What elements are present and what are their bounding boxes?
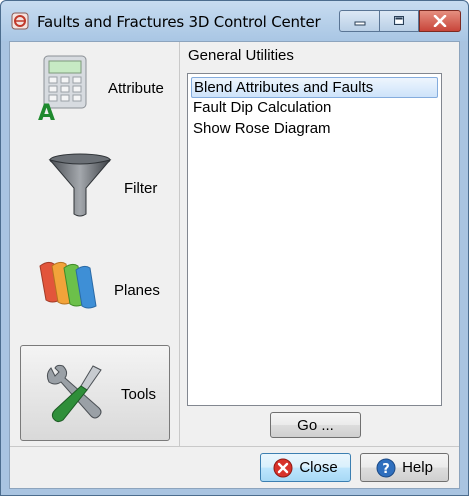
sidebar-item-filter[interactable]: Filter — [20, 142, 170, 238]
client-area: A Attribute Filter Planes Tools General … — [9, 41, 460, 489]
sidebar-item-tools[interactable]: Tools — [20, 345, 170, 441]
close-circle-icon — [273, 458, 293, 477]
funnel-icon — [48, 153, 112, 217]
maximize-button[interactable] — [379, 10, 419, 32]
close-window-button[interactable] — [419, 10, 461, 32]
app-window: Faults and Fractures 3D Control Center A… — [0, 0, 469, 496]
svg-text:A: A — [38, 101, 55, 122]
help-icon: ? — [376, 458, 396, 477]
sidebar-item-planes[interactable]: Planes — [20, 242, 170, 338]
sidebar-item-label: Planes — [114, 282, 160, 299]
app-icon — [11, 12, 29, 30]
help-button-label: Help — [402, 459, 433, 476]
utilities-list[interactable]: Blend Attributes and Faults Fault Dip Ca… — [187, 73, 442, 406]
window-title: Faults and Fractures 3D Control Center — [37, 13, 321, 31]
sidebar-item-label: Attribute — [108, 80, 164, 97]
minimize-icon — [354, 21, 365, 26]
go-button-label: Go ... — [297, 416, 334, 434]
calculator-icon: A — [38, 55, 87, 122]
sidebar-item-label: Filter — [124, 180, 158, 197]
help-button[interactable]: ? Help — [360, 453, 449, 482]
close-button[interactable]: Close — [260, 453, 351, 482]
title-bar[interactable]: Faults and Fractures 3D Control Center — [1, 1, 468, 41]
close-button-label: Close — [299, 459, 338, 476]
list-item[interactable]: Blend Attributes and Faults — [191, 77, 438, 98]
vertical-divider — [179, 42, 180, 446]
group-label: General Utilities — [188, 47, 294, 64]
horizontal-divider — [10, 446, 459, 447]
list-item[interactable]: Show Rose Diagram — [191, 119, 438, 140]
svg-text:?: ? — [382, 462, 390, 477]
maximize-icon — [394, 16, 404, 25]
go-button[interactable]: Go ... — [270, 412, 361, 438]
minimize-button[interactable] — [339, 10, 379, 32]
sidebar-item-attribute[interactable]: A Attribute — [20, 42, 170, 138]
tools-icon — [46, 364, 102, 423]
planes-icon — [39, 261, 97, 309]
close-icon — [433, 15, 447, 27]
sidebar-item-label: Tools — [121, 386, 157, 403]
list-item[interactable]: Fault Dip Calculation — [191, 98, 438, 119]
